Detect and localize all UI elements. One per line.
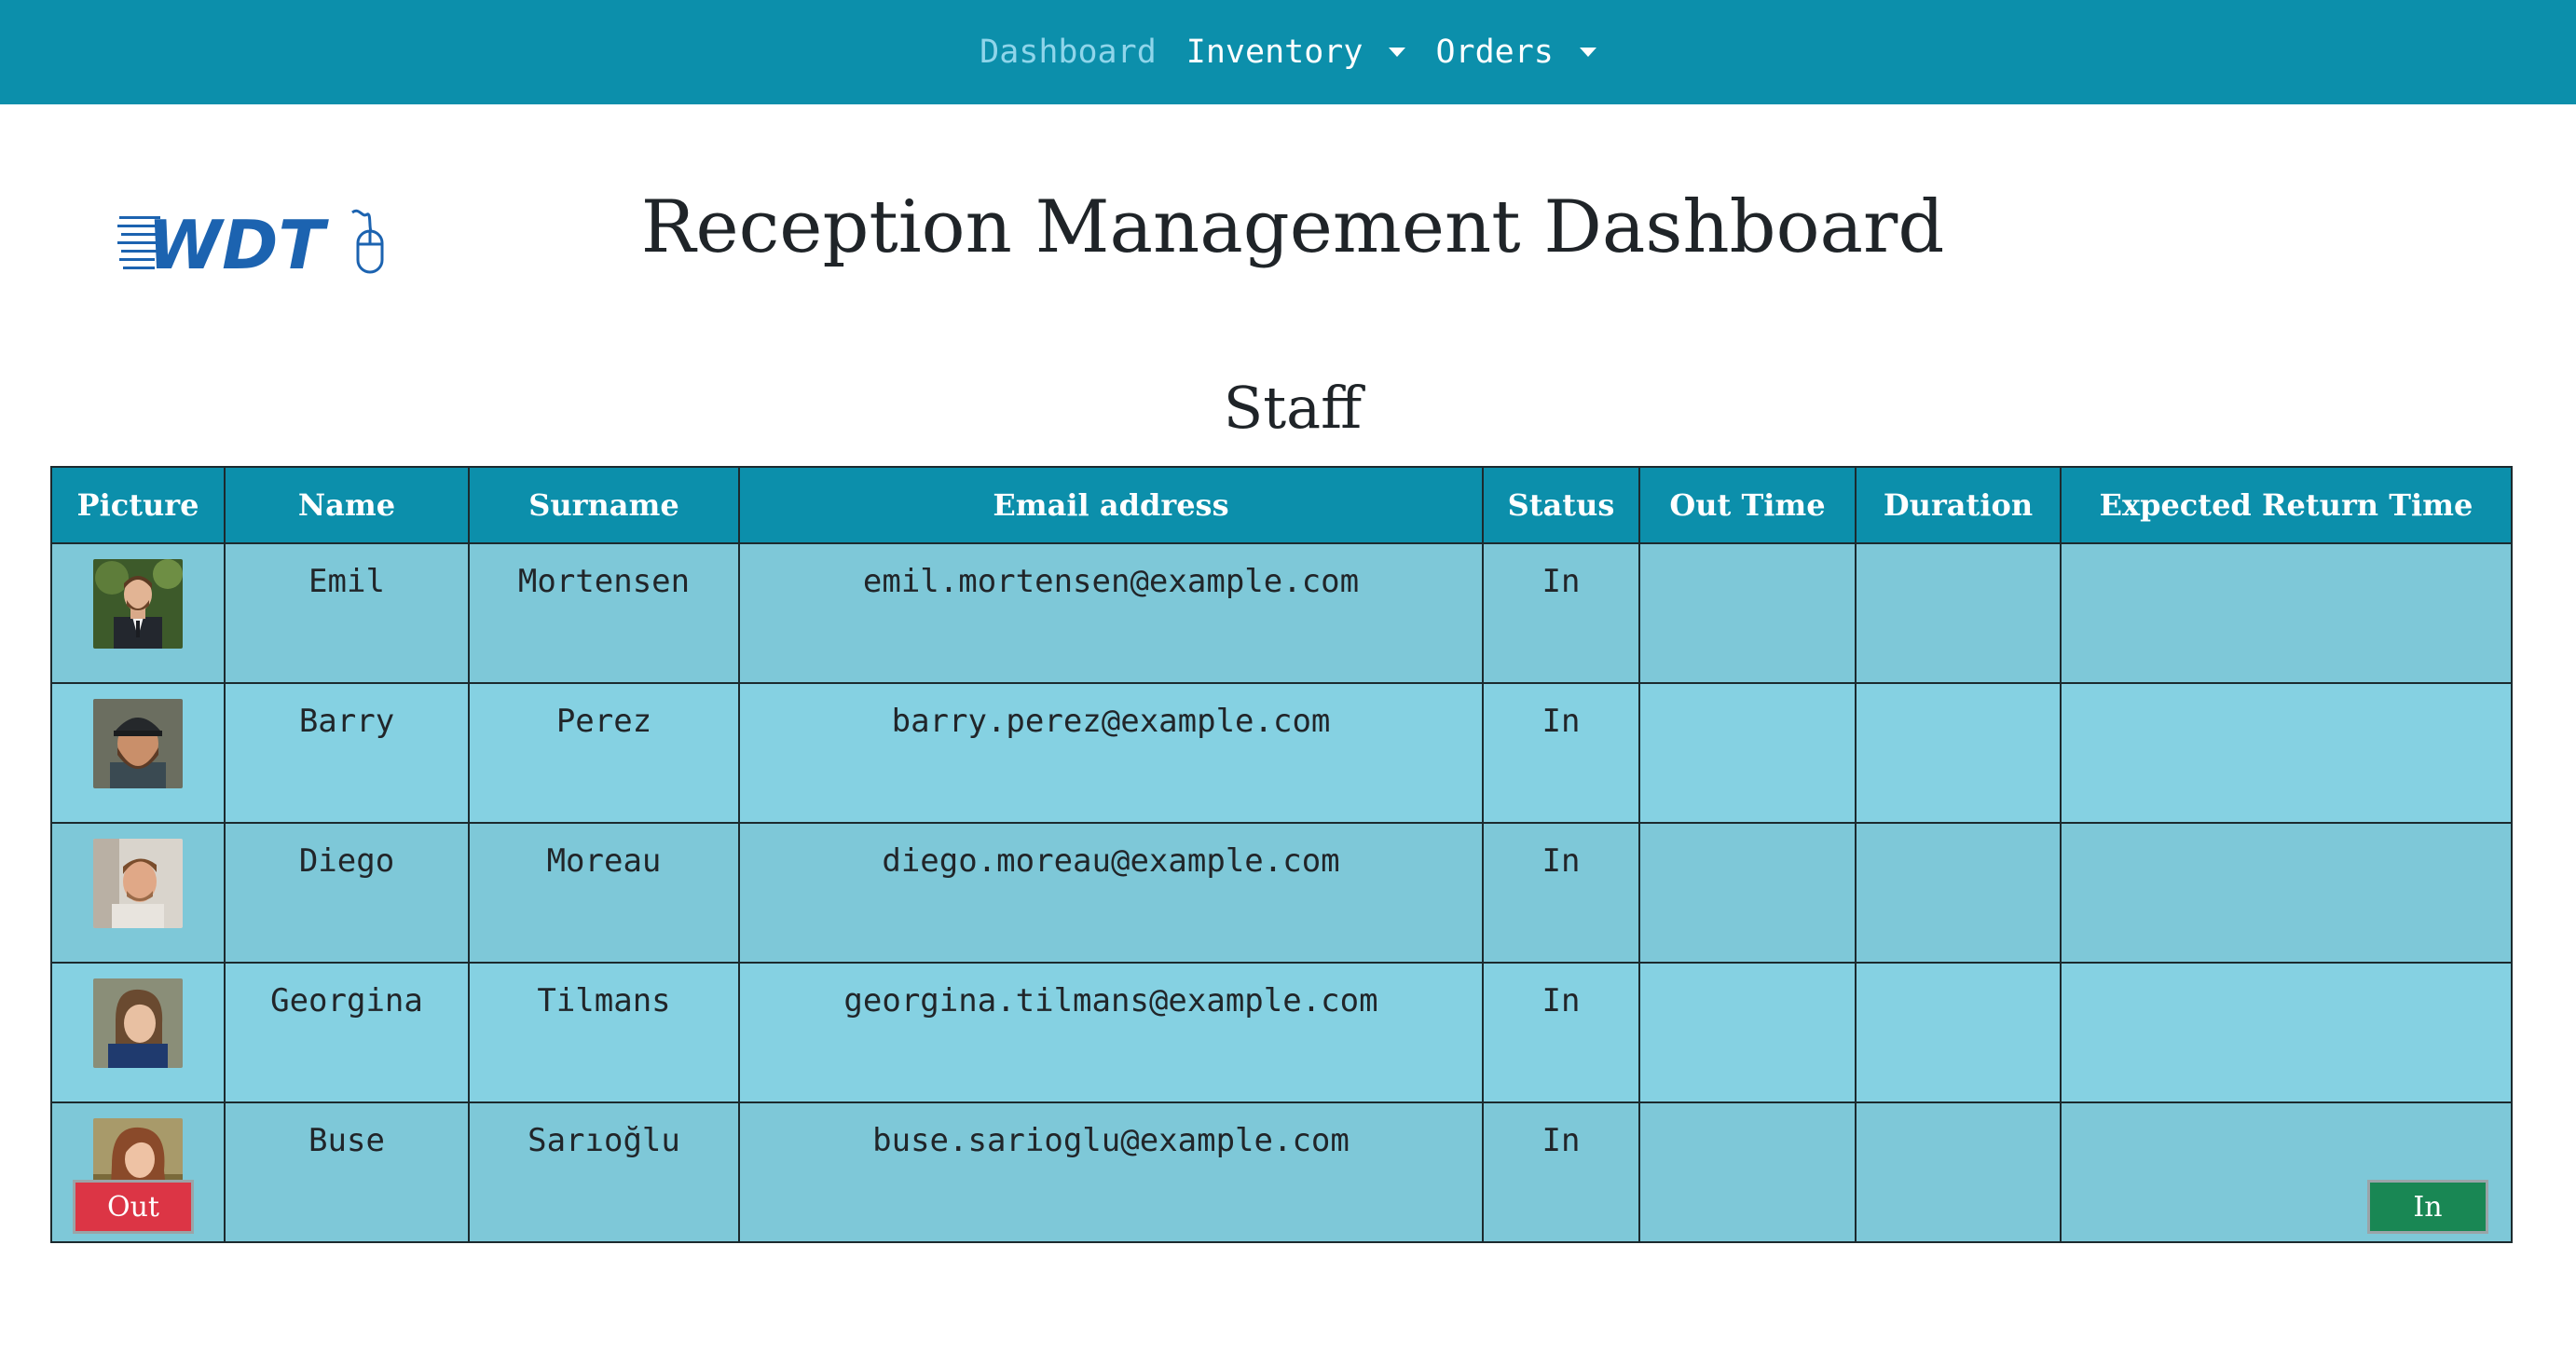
surname-cell: Sarıoğlu — [468, 1101, 740, 1243]
duration-cell — [1855, 682, 2062, 824]
nav-inventory-label: Inventory — [1185, 34, 1363, 71]
expected-return-cell — [2060, 962, 2513, 1103]
expected-return-cell — [2060, 542, 2513, 684]
expected-return-cell — [2060, 822, 2513, 964]
table-header-row: Picture Name Surname Email address Statu… — [50, 466, 2513, 544]
header-out-time: Out Time — [1638, 466, 1857, 544]
email-cell: diego.moreau@example.com — [738, 822, 1484, 964]
page-title: Reception Management Dashboard — [640, 185, 1945, 269]
caret-down-icon — [1579, 48, 1596, 57]
header-status: Status — [1482, 466, 1640, 544]
surname-cell: Moreau — [468, 822, 740, 964]
nav-orders-dropdown[interactable]: Orders — [1435, 34, 1596, 71]
status-cell: In — [1482, 542, 1640, 684]
nav-orders-label: Orders — [1435, 34, 1554, 71]
duration-cell — [1855, 1101, 2062, 1243]
expected-return-cell — [2060, 682, 2513, 824]
out-time-cell — [1638, 542, 1857, 684]
name-cell: Diego — [224, 822, 470, 964]
table-row[interactable]: Diego Moreau diego.moreau@example.com In — [50, 822, 2513, 964]
duration-cell — [1855, 822, 2062, 964]
name-cell: Emil — [224, 542, 470, 684]
status-cell: In — [1482, 962, 1640, 1103]
staff-photo — [93, 978, 183, 1068]
email-cell: buse.sarioglu@example.com — [738, 1101, 1484, 1243]
status-cell: In — [1482, 1101, 1640, 1243]
duration-cell — [1855, 962, 2062, 1103]
header-expected-return: Expected Return Time — [2060, 466, 2513, 544]
nav-inventory-dropdown[interactable]: Inventory — [1186, 34, 1406, 71]
name-cell: Buse — [224, 1101, 470, 1243]
duration-cell — [1855, 542, 2062, 684]
picture-cell — [50, 542, 226, 684]
email-cell: barry.perez@example.com — [738, 682, 1484, 824]
nav-dashboard-link[interactable]: Dashboard — [980, 34, 1157, 71]
staff-section-title: Staff — [1223, 374, 1363, 442]
caret-down-icon — [1389, 48, 1406, 57]
surname-cell: Mortensen — [468, 542, 740, 684]
surname-cell: Perez — [468, 682, 740, 824]
staff-photo — [93, 699, 183, 788]
name-cell: Barry — [224, 682, 470, 824]
header-surname: Surname — [468, 466, 740, 544]
header-name: Name — [224, 466, 470, 544]
out-time-cell — [1638, 1101, 1857, 1243]
in-button[interactable]: In — [2367, 1180, 2488, 1234]
header-email: Email address — [738, 466, 1484, 544]
picture-cell — [50, 962, 226, 1103]
out-time-cell — [1638, 682, 1857, 824]
out-time-cell — [1638, 822, 1857, 964]
table-row[interactable]: Buse Sarıoğlu buse.sarioglu@example.com … — [50, 1101, 2513, 1243]
staff-photo — [93, 559, 183, 649]
table-row[interactable]: Georgina Tilmans georgina.tilmans@exampl… — [50, 962, 2513, 1103]
name-cell: Georgina — [224, 962, 470, 1103]
table-row[interactable]: Emil Mortensen emil.mortensen@example.co… — [50, 542, 2513, 684]
status-cell: In — [1482, 682, 1640, 824]
out-button[interactable]: Out — [73, 1180, 194, 1234]
out-time-cell — [1638, 962, 1857, 1103]
table-row[interactable]: Barry Perez barry.perez@example.com In — [50, 682, 2513, 824]
picture-cell — [50, 682, 226, 824]
header-picture: Picture — [50, 466, 226, 544]
header-duration: Duration — [1855, 466, 2062, 544]
staff-table: Picture Name Surname Email address Statu… — [50, 466, 2513, 1243]
status-cell: In — [1482, 822, 1640, 964]
top-navbar: Dashboard Inventory Orders — [0, 0, 2576, 104]
email-cell: emil.mortensen@example.com — [738, 542, 1484, 684]
surname-cell: Tilmans — [468, 962, 740, 1103]
picture-cell — [50, 822, 226, 964]
staff-photo — [93, 839, 183, 928]
email-cell: georgina.tilmans@example.com — [738, 962, 1484, 1103]
